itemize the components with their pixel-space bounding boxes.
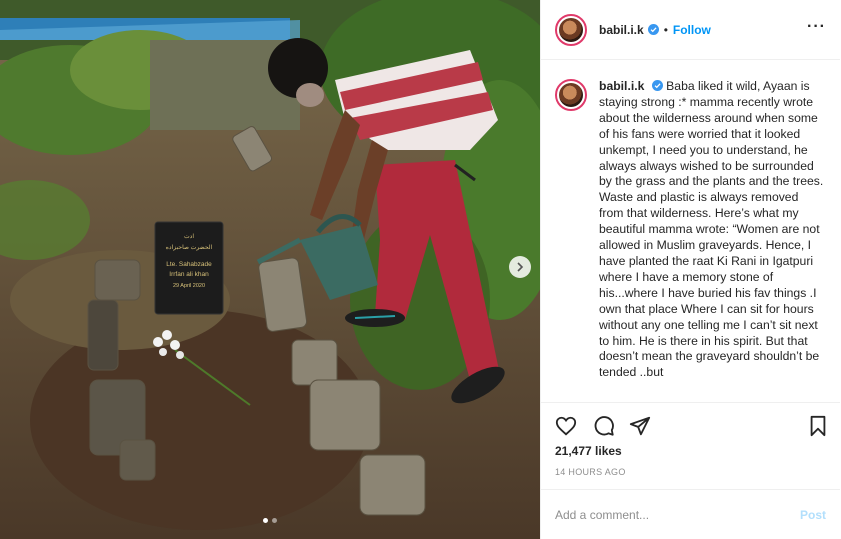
action-bar bbox=[541, 402, 840, 443]
bookmark-icon[interactable] bbox=[807, 415, 829, 437]
carousel-dot bbox=[272, 518, 277, 523]
gravestone-line-4: Irrfan ali khan bbox=[169, 271, 209, 278]
avatar[interactable] bbox=[555, 13, 587, 46]
post-sidebar: babil.i.k • Follow ··· babil.i.k Baba li… bbox=[540, 0, 840, 539]
next-photo-button[interactable] bbox=[509, 256, 531, 278]
verified-badge-icon bbox=[647, 24, 659, 35]
carousel-indicator bbox=[263, 518, 277, 523]
caption-username[interactable]: babil.i.k bbox=[599, 79, 644, 93]
caption-avatar[interactable] bbox=[555, 79, 587, 111]
post-header: babil.i.k • Follow ··· bbox=[541, 0, 840, 60]
gravestone-line-2: الحضرت صاحبزاده bbox=[166, 244, 213, 251]
post-timestamp[interactable]: 14 HOURS AGO bbox=[555, 467, 626, 477]
comment-input[interactable] bbox=[555, 507, 800, 522]
chevron-right-icon bbox=[517, 262, 524, 272]
gravestone-line-3: Lte. Sahabzade bbox=[166, 261, 212, 268]
comment-icon[interactable] bbox=[593, 415, 615, 437]
like-count[interactable]: 21,477 likes bbox=[555, 444, 622, 458]
gravestone-line-5: 29 April 2020 bbox=[173, 283, 205, 289]
instagram-post: ادت الحضرت صاحبزاده Lte. Sahabzade Irrfa… bbox=[0, 0, 841, 539]
share-icon[interactable] bbox=[629, 415, 651, 437]
caption-text: Baba liked it wild, Ayaan is staying str… bbox=[599, 79, 824, 380]
graveyard-photo: ادت الحضرت صاحبزاده Lte. Sahabzade Irrfa… bbox=[0, 0, 540, 539]
carousel-dot-active bbox=[263, 518, 268, 523]
caption-area: babil.i.k Baba liked it wild, Ayaan is s… bbox=[541, 61, 840, 402]
verified-badge-icon bbox=[651, 80, 663, 91]
heart-icon[interactable] bbox=[555, 415, 577, 437]
post-photo[interactable]: ادت الحضرت صاحبزاده Lte. Sahabzade Irrfa… bbox=[0, 0, 540, 539]
comment-bar: Post bbox=[541, 489, 840, 539]
more-horizontal-icon[interactable]: ··· bbox=[807, 19, 826, 35]
post-comment-button[interactable]: Post bbox=[800, 508, 826, 522]
gravestone-line-1: ادت bbox=[184, 233, 194, 240]
username-link[interactable]: babil.i.k bbox=[599, 23, 644, 37]
separator-dot: • bbox=[663, 22, 668, 37]
caption: babil.i.k Baba liked it wild, Ayaan is s… bbox=[599, 79, 826, 402]
follow-button[interactable]: Follow bbox=[673, 23, 711, 37]
